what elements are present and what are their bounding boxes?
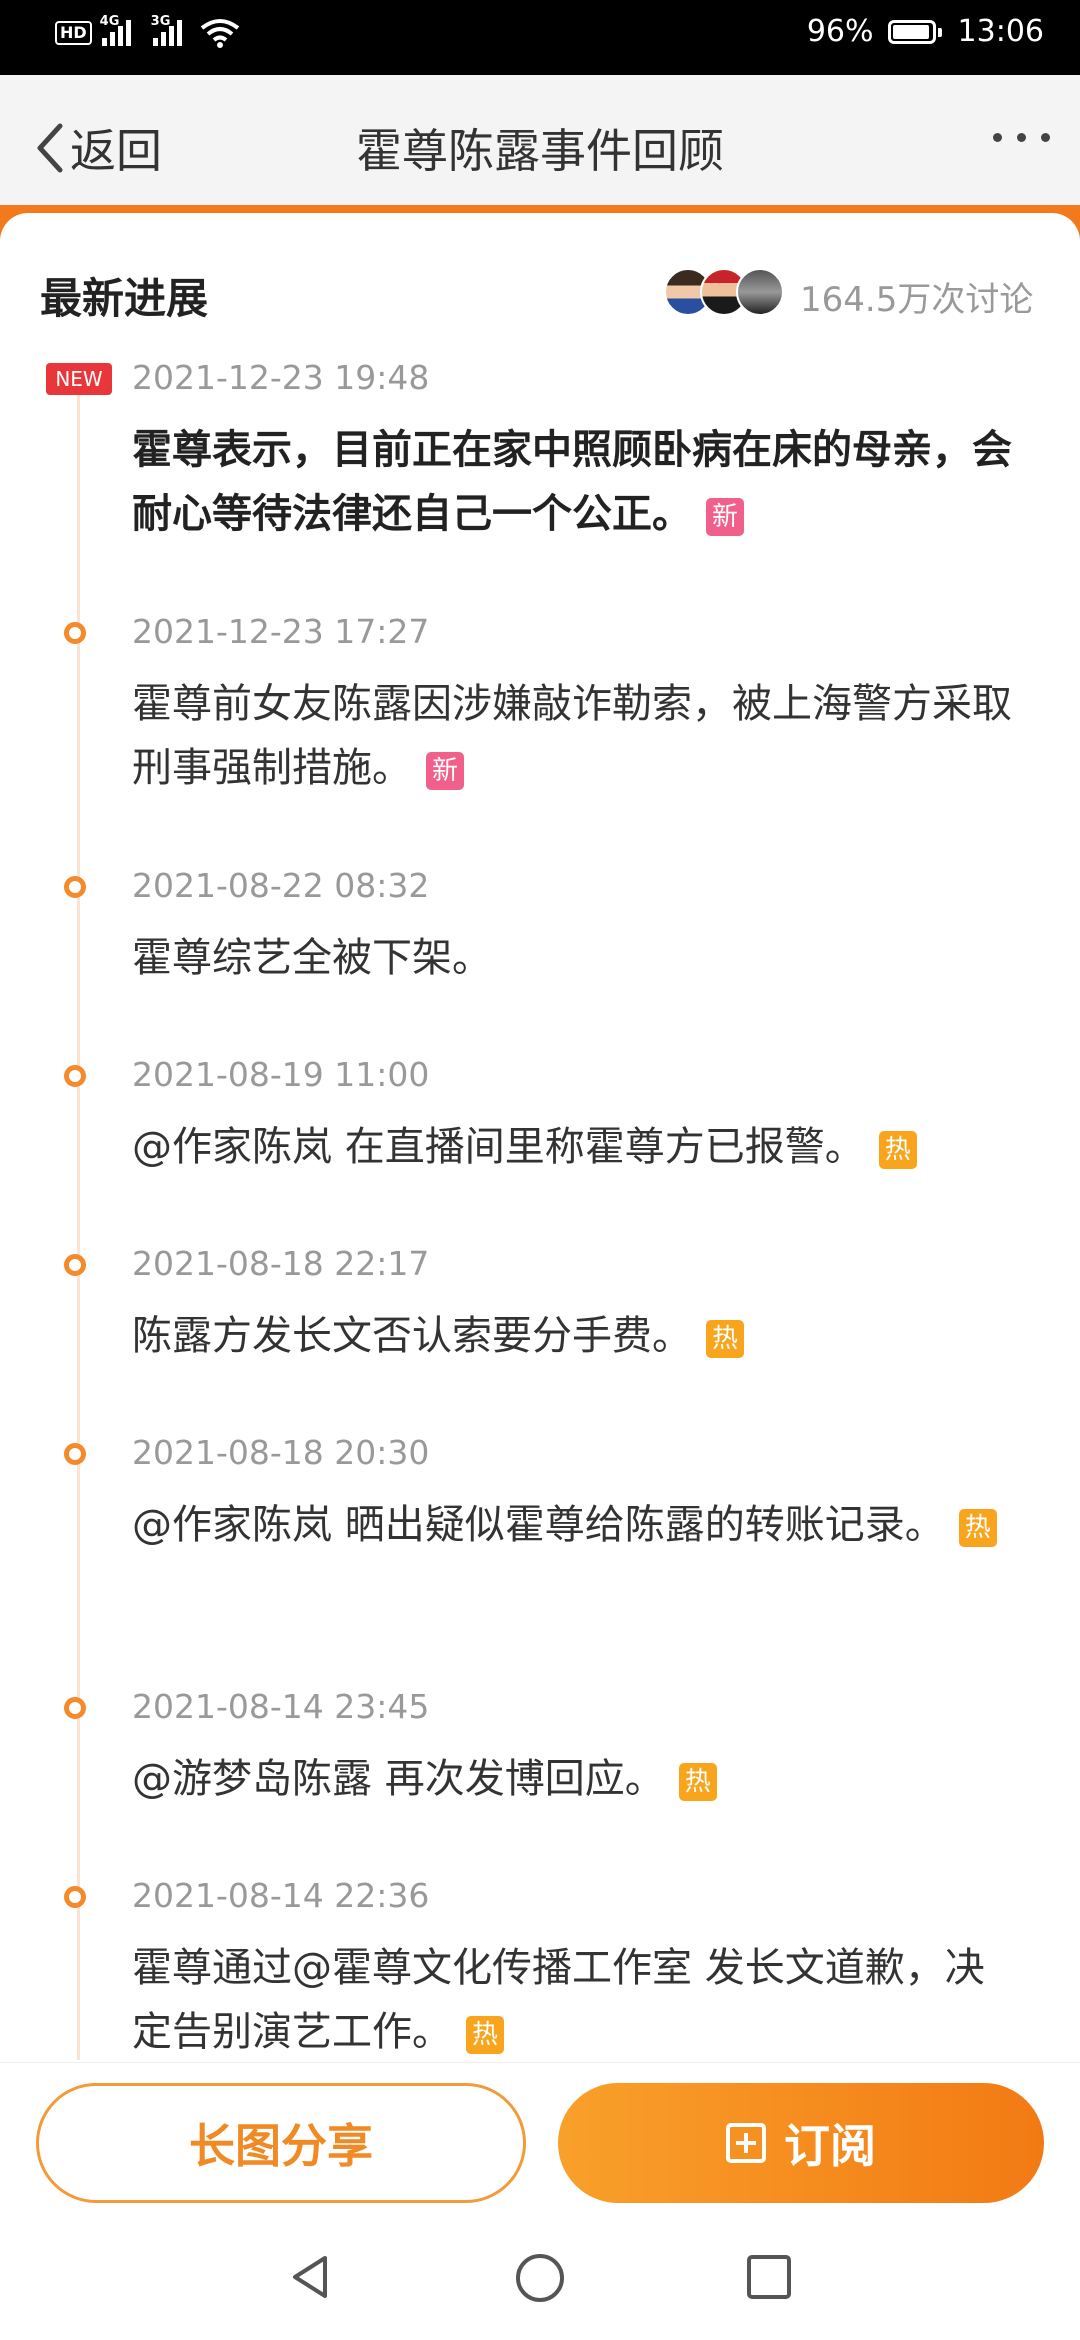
participant-avatars[interactable] bbox=[664, 268, 784, 318]
event-text[interactable]: 霍尊表示，目前正在家中照顾卧病在床的母亲，会耐心等待法律还自己一个公正。新 bbox=[132, 418, 1022, 546]
event-text-content: 霍尊前女友陈露因涉嫌敲诈勒索，被上海警方采取刑事强制措施。 bbox=[132, 681, 1012, 791]
event-text[interactable]: 霍尊综艺全被下架。 bbox=[132, 926, 1022, 990]
event-text[interactable]: 霍尊前女友陈露因涉嫌敲诈勒索，被上海警方采取刑事强制措施。新 bbox=[132, 672, 1022, 800]
timeline-dot bbox=[64, 1886, 86, 1908]
timeline-dot bbox=[64, 1697, 86, 1719]
clock: 13:06 bbox=[957, 14, 1044, 49]
more-dot-icon bbox=[993, 133, 1002, 142]
hot-tag: 热 bbox=[958, 1509, 997, 1547]
signal-3g-icon: 3G bbox=[151, 14, 182, 46]
chevron-left-icon bbox=[37, 123, 63, 173]
timeline-dot bbox=[64, 876, 86, 898]
subscribe-button[interactable]: 订阅 bbox=[558, 2083, 1044, 2203]
event-text-content: 陈露方发长文否认索要分手费。 bbox=[132, 1313, 692, 1359]
event-text[interactable]: @游梦岛陈露 再次发博回应。热 bbox=[132, 1747, 1022, 1811]
signal-4g-label: 4G bbox=[99, 14, 120, 29]
long-image-share-button[interactable]: 长图分享 bbox=[36, 2083, 526, 2203]
add-box-icon bbox=[726, 2123, 766, 2163]
event-text[interactable]: @作家陈岚 晒出疑似霍尊给陈露的转账记录。热 bbox=[132, 1493, 1022, 1557]
battery-percent: 96% bbox=[806, 14, 874, 49]
timeline-dot bbox=[64, 1254, 86, 1276]
nav-bar: 返回 霍尊陈露事件回顾 bbox=[0, 75, 1080, 205]
more-options-button[interactable] bbox=[993, 133, 1050, 142]
system-nav-bar bbox=[0, 2212, 1080, 2340]
hd-indicator: HD bbox=[55, 21, 92, 45]
event-time: 2021-12-23 19:48 bbox=[132, 358, 430, 397]
event-text[interactable]: 陈露方发长文否认索要分手费。热 bbox=[132, 1304, 1022, 1368]
back-label: 返回 bbox=[70, 124, 162, 178]
event-time: 2021-08-19 11:00 bbox=[132, 1055, 430, 1094]
signal-3g-label: 3G bbox=[150, 14, 171, 29]
status-right: 96% 13:06 bbox=[807, 14, 1044, 49]
signal-4g-icon: 4G bbox=[100, 14, 131, 46]
back-button[interactable]: 返回 bbox=[34, 115, 162, 181]
event-text-content: @作家陈岚 在直播间里称霍尊方已报警。 bbox=[132, 1124, 865, 1170]
new-badge: NEW bbox=[46, 363, 112, 395]
event-text[interactable]: @作家陈岚 在直播间里称霍尊方已报警。热 bbox=[132, 1115, 1022, 1179]
event-text[interactable]: 霍尊通过@霍尊文化传播工作室 发长文道歉，决定告别演艺工作。热 bbox=[132, 1936, 1022, 2064]
event-time: 2021-08-22 08:32 bbox=[132, 866, 430, 905]
event-text-content: 霍尊综艺全被下架。 bbox=[132, 935, 492, 981]
recents-square-icon[interactable] bbox=[744, 2252, 794, 2302]
event-text-content: @游梦岛陈露 再次发博回应。 bbox=[132, 1756, 665, 1802]
timeline-dot bbox=[64, 1065, 86, 1087]
status-left: HD 4G 3G bbox=[55, 14, 240, 48]
status-bar: HD 4G 3G 96% 13:06 bbox=[0, 0, 1080, 75]
hot-tag: 热 bbox=[678, 1763, 717, 1801]
share-label: 长图分享 bbox=[189, 2119, 373, 2173]
new-tag: 新 bbox=[706, 498, 744, 536]
event-time: 2021-12-23 17:27 bbox=[132, 612, 430, 651]
section-title: 最新进展 bbox=[40, 274, 209, 323]
battery-icon bbox=[887, 19, 942, 44]
new-tag: 新 bbox=[426, 752, 464, 790]
hot-tag: 热 bbox=[706, 1320, 744, 1358]
event-text-content: 霍尊通过@霍尊文化传播工作室 发长文道歉，决定告别演艺工作。 bbox=[132, 1945, 985, 2055]
more-dot-icon bbox=[1041, 133, 1050, 142]
back-triangle-icon[interactable] bbox=[285, 2252, 335, 2302]
event-time: 2021-08-14 23:45 bbox=[132, 1687, 430, 1726]
event-text-content: 霍尊表示，目前正在家中照顾卧病在床的母亲，会耐心等待法律还自己一个公正。 bbox=[132, 427, 1012, 537]
battery-fill bbox=[892, 24, 929, 39]
subscribe-label: 订阅 bbox=[784, 2119, 876, 2173]
event-time: 2021-08-14 22:36 bbox=[132, 1876, 430, 1915]
event-time: 2021-08-18 20:30 bbox=[132, 1433, 430, 1472]
event-time: 2021-08-18 22:17 bbox=[132, 1244, 430, 1283]
discussion-count: 164.5万次讨论 bbox=[800, 280, 1034, 320]
hot-tag: 热 bbox=[466, 2016, 504, 2054]
bottom-action-bar: 长图分享 订阅 bbox=[0, 2062, 1080, 2213]
timeline-dot bbox=[64, 1443, 86, 1465]
home-circle-icon[interactable] bbox=[514, 2252, 566, 2304]
wifi-icon bbox=[200, 19, 239, 48]
avatar bbox=[736, 268, 784, 316]
hot-tag: 热 bbox=[878, 1131, 917, 1169]
more-dot-icon bbox=[1017, 133, 1026, 142]
event-text-content: @作家陈岚 晒出疑似霍尊给陈露的转账记录。 bbox=[132, 1502, 945, 1548]
timeline-dot bbox=[64, 622, 86, 644]
page-title: 霍尊陈露事件回顾 bbox=[356, 124, 724, 178]
